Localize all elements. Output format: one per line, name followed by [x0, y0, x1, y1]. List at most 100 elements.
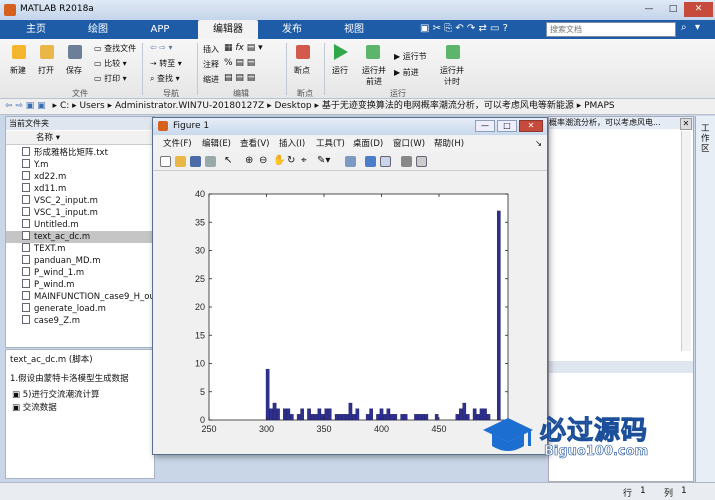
- quick-access-toolbar[interactable]: ▣ ✂ ⎘ ↶ ↷ ⇄ ▭ ?: [420, 23, 508, 34]
- run-advance-button-line2[interactable]: 前进: [366, 76, 382, 87]
- x-tick-label: 350: [316, 424, 331, 434]
- menu-view[interactable]: 查看(V): [240, 137, 269, 152]
- data-cursor-icon[interactable]: ⌖: [301, 155, 312, 166]
- menu-file[interactable]: 文件(F): [163, 137, 192, 152]
- search-documentation-input[interactable]: [546, 22, 676, 37]
- figure-window[interactable]: Figure 1 — □ ✕ 文件(F) 编辑(E) 查看(V) 插入(I) 工…: [152, 117, 548, 455]
- path-segment[interactable]: Desktop: [274, 101, 311, 111]
- open-button[interactable]: 打开: [38, 65, 54, 76]
- tab-home[interactable]: 主页: [10, 20, 62, 39]
- menu-window[interactable]: 窗口(W): [393, 137, 425, 152]
- find-file-button[interactable]: ▭ 查找文件: [94, 43, 136, 54]
- save-button[interactable]: 保存: [66, 65, 82, 76]
- new-button[interactable]: 新建: [10, 65, 26, 76]
- edit-tool-icons-2[interactable]: % ▤ ▤: [224, 58, 255, 68]
- tab-plots[interactable]: 绘图: [72, 20, 124, 39]
- file-list-item[interactable]: generate_load.m: [6, 303, 154, 315]
- link-plot-icon[interactable]: [345, 156, 356, 167]
- run-button[interactable]: 运行: [332, 65, 348, 76]
- run-and-time-button[interactable]: 运行并: [440, 65, 464, 76]
- menu-edit[interactable]: 编辑(E): [202, 137, 231, 152]
- figure-title-bar[interactable]: Figure 1 — □ ✕: [153, 118, 547, 135]
- maximize-button[interactable]: □: [662, 2, 684, 17]
- select-arrow-icon[interactable]: ↖: [224, 155, 235, 166]
- menu-tools[interactable]: 工具(T): [316, 137, 345, 152]
- menu-desktop[interactable]: 桌面(D): [353, 137, 383, 152]
- file-list-item[interactable]: xd11.m: [6, 183, 154, 195]
- rotate-icon[interactable]: ↻: [287, 155, 298, 166]
- path-segment[interactable]: C:: [60, 101, 69, 111]
- close-button[interactable]: ✕: [684, 2, 713, 17]
- run-and-time-button-line2[interactable]: 计时: [444, 76, 460, 87]
- print-button[interactable]: ▭ 打印 ▾: [94, 73, 127, 84]
- tab-editor[interactable]: 编辑器: [198, 20, 258, 39]
- details-item[interactable]: ▣ 5)进行交流潮流计算: [12, 388, 99, 400]
- insert-legend-icon[interactable]: [380, 156, 391, 167]
- details-item[interactable]: 1.假设由蒙特卡洛模型生成数据: [10, 372, 129, 384]
- file-list-item[interactable]: text_ac_dc.m: [6, 231, 154, 243]
- figure-close-button[interactable]: ✕: [519, 120, 543, 132]
- path-segment[interactable]: PMAPS: [584, 101, 615, 111]
- pan-icon[interactable]: ✋: [273, 155, 285, 166]
- zoom-in-icon[interactable]: ⊕: [245, 155, 256, 166]
- edit-tool-icons-1[interactable]: ▦ fx ▤ ▾: [224, 43, 263, 53]
- breakpoints-button[interactable]: 断点: [294, 65, 310, 76]
- show-plot-tools-icon[interactable]: [416, 156, 427, 167]
- nav-back-forward-icons[interactable]: ⇦ ⇨ ▣ ▣: [5, 101, 46, 111]
- brush-icon[interactable]: ✎▾: [317, 155, 330, 166]
- minimize-button[interactable]: —: [636, 2, 662, 17]
- path-segment[interactable]: Administrator.WIN7U-20180127Z: [115, 101, 264, 111]
- new-figure-icon[interactable]: [160, 156, 171, 167]
- close-editor-icon[interactable]: ✕: [680, 118, 692, 130]
- search-icon[interactable]: ⌕: [681, 22, 687, 33]
- editor-scrollbar[interactable]: [681, 131, 691, 351]
- nav-arrows[interactable]: ⇦ ⇨ ▾: [150, 43, 173, 52]
- details-item[interactable]: ▣ 交流数据: [12, 401, 57, 413]
- menu-insert[interactable]: 插入(I): [279, 137, 305, 152]
- compare-button[interactable]: ▭ 比较 ▾: [94, 58, 127, 69]
- figure-maximize-button[interactable]: □: [497, 120, 517, 132]
- zoom-out-icon[interactable]: ⊖: [259, 155, 270, 166]
- find-button[interactable]: ⌕ 查找 ▾: [150, 73, 180, 84]
- address-bar[interactable]: ⇦ ⇨ ▣ ▣ ▸ C: ▸ Users ▸ Administrator.WIN…: [0, 99, 715, 115]
- histogram-bar: [462, 402, 467, 421]
- path-segment[interactable]: 基于无迹变换算法的电网概率潮流分析，可以考虑风电等新能源: [322, 101, 574, 111]
- figure-minimize-button[interactable]: —: [475, 120, 495, 132]
- print-figure-icon[interactable]: [205, 156, 216, 167]
- insert-button[interactable]: 插入: [203, 44, 219, 55]
- tab-publish[interactable]: 发布: [266, 20, 318, 39]
- file-list-item[interactable]: P_wind.m: [6, 279, 154, 291]
- path-segment[interactable]: Users: [80, 101, 105, 111]
- file-list-item[interactable]: panduan_MD.m: [6, 255, 154, 267]
- tab-view[interactable]: 视图: [328, 20, 380, 39]
- advance-button[interactable]: ▶ 前进: [394, 67, 419, 78]
- hide-plot-tools-icon[interactable]: [401, 156, 412, 167]
- run-section-button[interactable]: ▶ 运行节: [394, 51, 427, 62]
- matlab-logo-icon: [4, 4, 16, 16]
- file-list-item[interactable]: MAINFUNCTION_case9_H_out.m: [6, 291, 154, 303]
- menu-help[interactable]: 帮助(H): [434, 137, 464, 152]
- file-list-item[interactable]: 形成雅格比矩阵.txt: [6, 147, 154, 159]
- graduation-cap-logo-icon: [483, 418, 533, 451]
- file-list-item[interactable]: xd22.m: [6, 171, 154, 183]
- tab-apps[interactable]: APP: [134, 20, 186, 39]
- file-list-item[interactable]: case9_Z.m: [6, 315, 154, 327]
- file-list-item[interactable]: VSC_2_input.m: [6, 195, 154, 207]
- menu-dock-arrow-icon[interactable]: ↘: [535, 137, 542, 152]
- file-list-item[interactable]: Y.m: [6, 159, 154, 171]
- name-column-header[interactable]: 名称 ▾: [6, 131, 154, 145]
- edit-tool-icons-3[interactable]: ▤ ▤ ▤: [224, 73, 255, 83]
- insert-colorbar-icon[interactable]: [365, 156, 376, 167]
- save-figure-icon[interactable]: [190, 156, 201, 167]
- file-list-item[interactable]: Untitled.m: [6, 219, 154, 231]
- indent-button[interactable]: 缩进: [203, 74, 219, 85]
- file-list-item[interactable]: VSC_1_input.m: [6, 207, 154, 219]
- workspace-panel-collapsed[interactable]: 工作区: [695, 116, 715, 482]
- run-advance-button[interactable]: 运行并: [362, 65, 386, 76]
- open-file-icon[interactable]: [175, 156, 186, 167]
- file-list-item[interactable]: TEXT.m: [6, 243, 154, 255]
- comment-button[interactable]: 注释: [203, 59, 219, 70]
- goto-button[interactable]: ⇢ 转至 ▾: [150, 58, 182, 69]
- file-list-item[interactable]: P_wind_1.m: [6, 267, 154, 279]
- help-icon[interactable]: ▾: [695, 22, 700, 33]
